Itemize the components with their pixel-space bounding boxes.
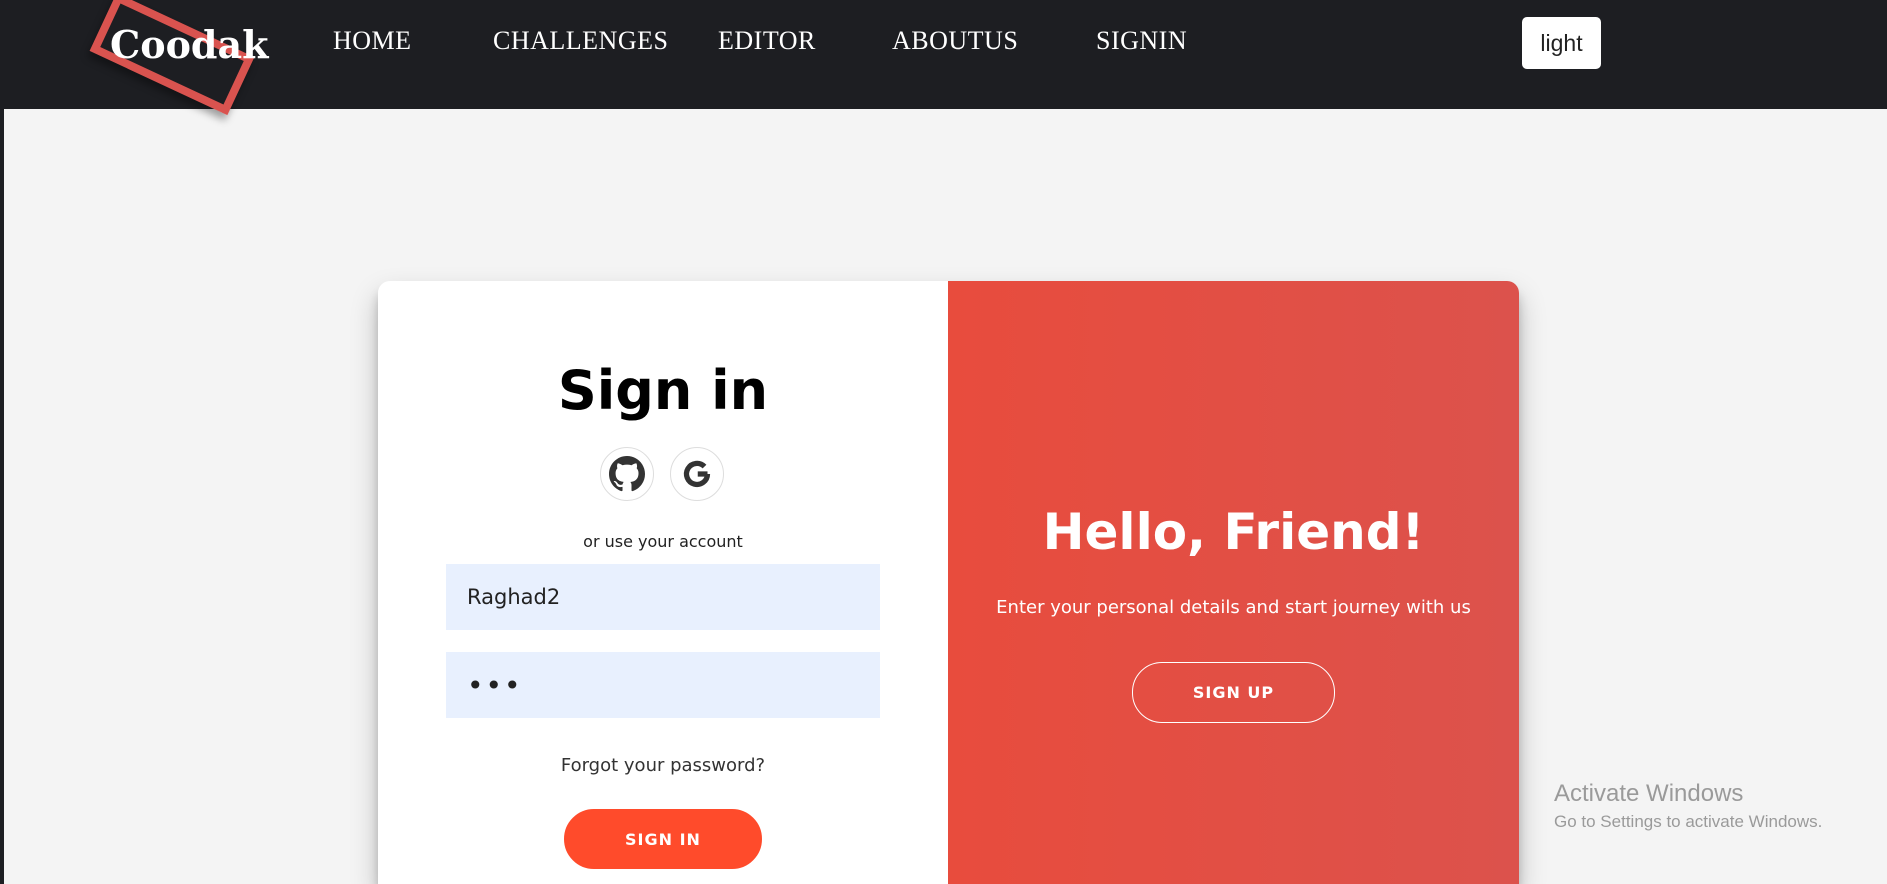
github-login-button[interactable] — [600, 447, 654, 501]
auth-card: Sign in or use your account Forgot your … — [378, 281, 1519, 884]
sign-up-button[interactable]: SIGN UP — [1132, 662, 1335, 723]
username-input[interactable] — [446, 564, 880, 630]
left-edge-strip — [0, 0, 4, 884]
nav-challenges[interactable]: CHALLENGES — [493, 26, 668, 56]
overlay-text: Enter your personal details and start jo… — [996, 597, 1471, 618]
or-use-account-text: or use your account — [583, 532, 743, 551]
overlay-title: Hello, Friend! — [1042, 503, 1425, 561]
overlay-panel: Hello, Friend! Enter your personal detai… — [948, 281, 1519, 884]
nav-aboutus[interactable]: ABOUTUS — [892, 26, 1018, 56]
sign-in-button[interactable]: SIGN IN — [564, 809, 762, 869]
github-icon — [609, 456, 645, 492]
theme-toggle-button[interactable]: light — [1522, 17, 1601, 69]
watermark-subtitle: Go to Settings to activate Windows. — [1554, 812, 1823, 831]
signin-form: Sign in or use your account Forgot your … — [378, 281, 948, 884]
navbar: Coodak HOME CHALLENGES EDITOR ABOUTUS SI… — [4, 0, 1887, 116]
google-login-button[interactable] — [670, 447, 724, 501]
nav-home[interactable]: HOME — [333, 26, 412, 56]
logo-text: Coodak — [110, 22, 269, 67]
signin-title: Sign in — [557, 359, 769, 422]
nav-editor[interactable]: EDITOR — [718, 26, 816, 56]
activate-windows-watermark: Activate Windows Go to Settings to activ… — [1554, 780, 1822, 832]
google-icon — [683, 460, 711, 488]
nav-signin[interactable]: SIGNIN — [1096, 26, 1187, 56]
forgot-password-link[interactable]: Forgot your password? — [378, 755, 948, 776]
logo[interactable]: Coodak — [89, 0, 268, 116]
watermark-title: Activate Windows — [1554, 780, 1744, 807]
password-input[interactable] — [446, 652, 880, 718]
